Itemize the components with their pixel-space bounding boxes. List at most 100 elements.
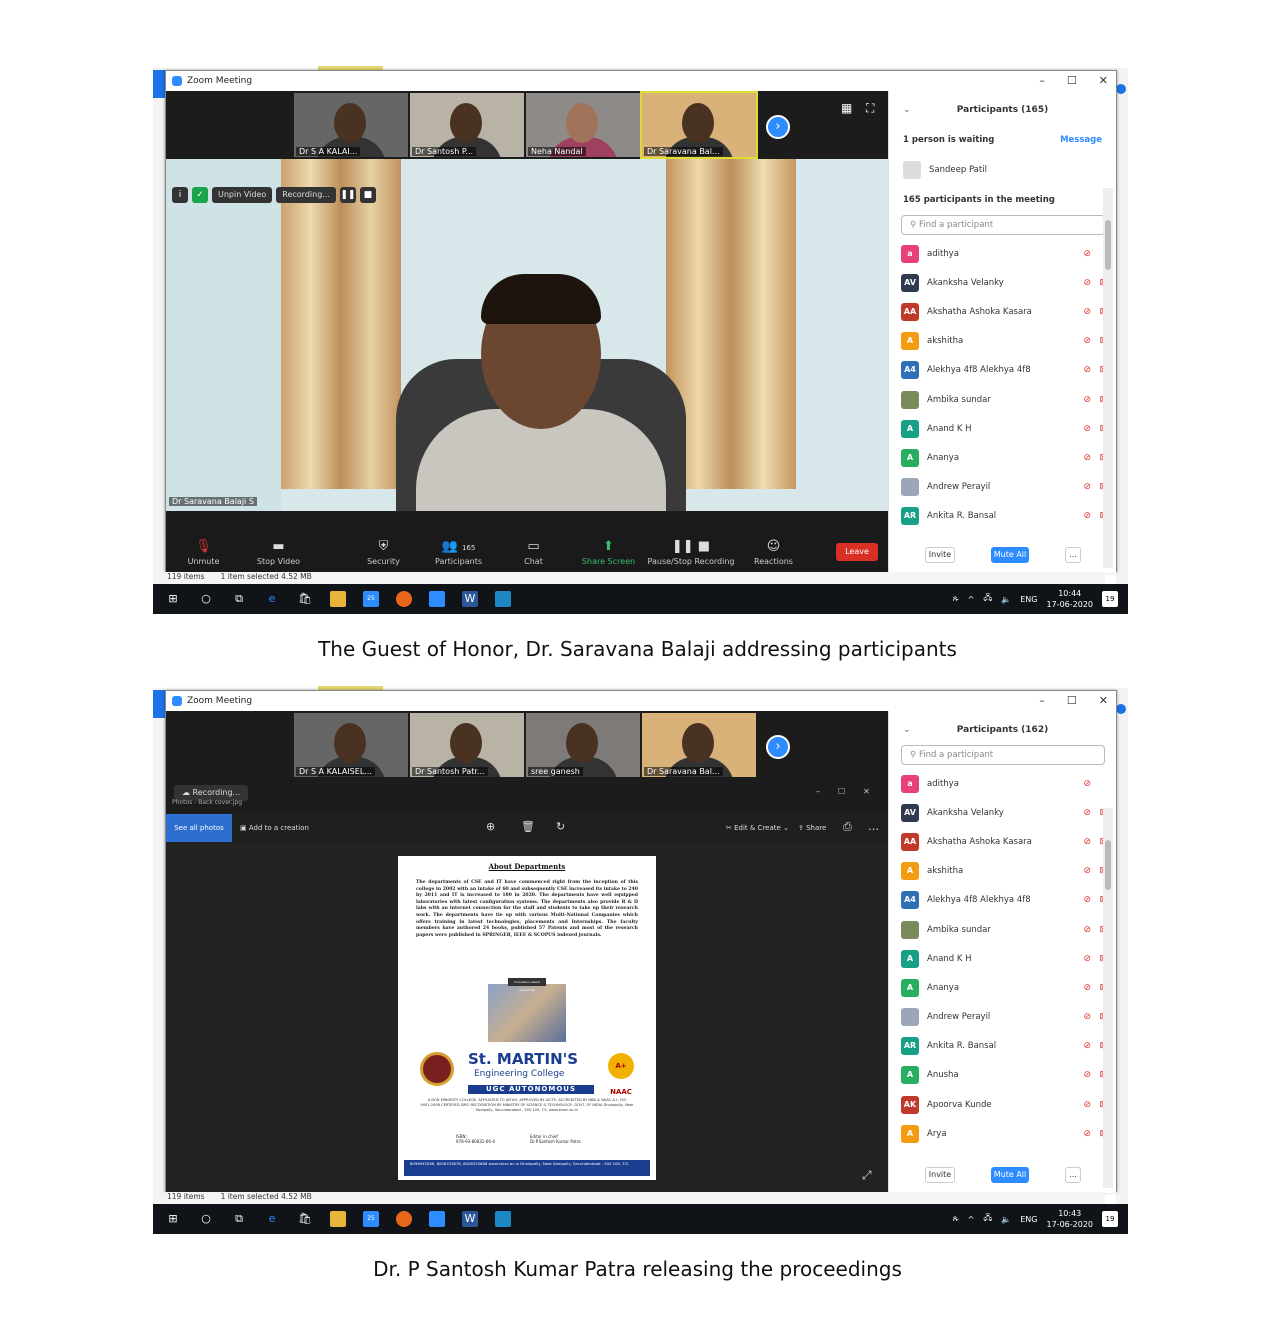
zoom-taskbar-icon[interactable]	[429, 591, 445, 607]
message-link[interactable]: Message	[1060, 135, 1102, 145]
search-input[interactable]: ⚲ Find a participant	[901, 745, 1105, 765]
invite-button[interactable]: Invite	[925, 1167, 955, 1183]
next-arrow-icon[interactable]: ›	[766, 115, 790, 139]
participant-row[interactable]: AAnanya⊘⊠	[901, 443, 1107, 472]
file-explorer-icon[interactable]	[330, 591, 346, 607]
edge-icon[interactable]: e	[264, 591, 280, 607]
video-thumbnail[interactable]: Dr S A KALAISEL...	[294, 713, 408, 777]
grid-view-icon[interactable]: ▦	[841, 101, 852, 115]
file-explorer-icon[interactable]	[330, 1211, 346, 1227]
close-button[interactable]: ✕	[1099, 74, 1108, 87]
stop-video-button[interactable]: ▬ Stop Video	[241, 539, 316, 566]
word-icon[interactable]: W	[462, 591, 478, 607]
participant-row[interactable]: AAAkshatha Ashoka Kasara⊘⊠	[901, 297, 1107, 326]
participant-row[interactable]: AAnand K H⊘⊠	[901, 414, 1107, 443]
fullscreen-icon[interactable]: ⛶	[866, 101, 874, 116]
chat-button[interactable]: ▭ Chat	[496, 539, 571, 566]
maximize-button[interactable]: ☐	[838, 787, 845, 796]
participant-row[interactable]: AAnusha⊘⊠	[901, 1061, 1107, 1090]
volume-icon[interactable]: 🔈	[1001, 595, 1011, 604]
video-thumbnail[interactable]: Dr S A KALAI...	[294, 93, 408, 157]
notification-icon[interactable]: 19	[1102, 1211, 1118, 1227]
participant-row[interactable]: Aakshitha⊘⊠	[901, 857, 1107, 886]
participant-row[interactable]: A4Alekhya 4f8 Alekhya 4f8⊘⊠	[901, 886, 1107, 915]
delete-icon[interactable]: 🗑	[521, 820, 535, 833]
notification-icon[interactable]: 19	[1102, 591, 1118, 607]
network-icon[interactable]: 🖧	[983, 1212, 992, 1226]
search-icon[interactable]: ○	[198, 591, 214, 607]
more-button[interactable]: ...	[1065, 1167, 1081, 1183]
scrollbar[interactable]	[1103, 188, 1113, 568]
participant-row[interactable]: Aakshitha⊘⊠	[901, 327, 1107, 356]
store-icon[interactable]: 🛍	[297, 591, 313, 607]
see-all-photos-button[interactable]: See all photos	[166, 814, 232, 842]
reactions-button[interactable]: ☺ Reactions	[736, 539, 811, 566]
network-icon[interactable]: 🖧	[983, 592, 992, 606]
video-thumbnail[interactable]: sree ganesh	[526, 713, 640, 777]
task-view-icon[interactable]: ⧉	[231, 1211, 247, 1227]
participant-row[interactable]: AAnand K H⊘⊠	[901, 944, 1107, 973]
video-thumbnail[interactable]: Dr Santosh Patr...	[410, 713, 524, 777]
video-thumbnail[interactable]: Neha Nandal	[526, 93, 640, 157]
help-icon[interactable]	[1116, 704, 1126, 714]
teams-icon[interactable]: 25	[363, 591, 379, 607]
pause-icon[interactable]: ❚❚	[339, 187, 356, 203]
search-icon[interactable]: ○	[198, 1211, 214, 1227]
stop-icon[interactable]: ■	[359, 187, 376, 203]
participant-row[interactable]: a adithya ⊘	[901, 239, 1107, 268]
leave-button[interactable]: Leave	[836, 543, 878, 561]
more-button[interactable]: ...	[1065, 547, 1081, 563]
unpin-video-button[interactable]: Unpin Video	[212, 187, 273, 203]
zoom-icon[interactable]: ⊕	[486, 820, 495, 833]
minimize-button[interactable]: –	[816, 787, 820, 796]
participant-row[interactable]: Andrew Perayil⊘⊠	[901, 473, 1107, 502]
word-icon[interactable]: W	[462, 1211, 478, 1227]
minimize-button[interactable]: –	[1039, 74, 1045, 87]
people-icon[interactable]: ጹ	[953, 594, 959, 604]
search-input[interactable]: ⚲ Find a participant	[901, 215, 1105, 235]
rotate-icon[interactable]: ↻	[556, 820, 565, 833]
mute-all-button[interactable]: Mute All	[991, 547, 1029, 563]
clock[interactable]: 10:43 17-06-2020	[1047, 1208, 1094, 1230]
volume-icon[interactable]: 🔈	[1001, 1215, 1011, 1224]
task-view-icon[interactable]: ⧉	[231, 591, 247, 607]
language-indicator[interactable]: ENG	[1020, 595, 1037, 604]
info-icon[interactable]: i	[172, 187, 188, 203]
participant-row[interactable]: AAAkshatha Ashoka Kasara⊘⊠	[901, 827, 1107, 856]
tray-expand-icon[interactable]: ^	[968, 1215, 975, 1224]
shield-icon[interactable]: ✓	[192, 187, 208, 203]
mute-all-button[interactable]: Mute All	[991, 1167, 1029, 1183]
language-indicator[interactable]: ENG	[1020, 1215, 1037, 1224]
people-icon[interactable]: ጹ	[953, 1214, 959, 1224]
participant-row[interactable]: a adithya ⊘	[901, 769, 1107, 798]
add-to-creation-button[interactable]: ▣ Add to a creation	[240, 814, 309, 842]
security-button[interactable]: ⛨ Security	[346, 539, 421, 566]
scrollbar[interactable]	[1103, 808, 1113, 1188]
invite-button[interactable]: Invite	[925, 547, 955, 563]
unmute-button[interactable]: 🎙 Unmute	[166, 539, 241, 566]
clock[interactable]: 10:44 17-06-2020	[1047, 588, 1094, 610]
share-button[interactable]: ⇪ Share	[798, 814, 826, 842]
print-icon[interactable]: ⎙	[843, 820, 852, 834]
teams-icon[interactable]: 25	[363, 1211, 379, 1227]
minimize-button[interactable]: –	[1039, 694, 1045, 707]
share-screen-button[interactable]: ⬆ Share Screen	[571, 539, 646, 566]
video-thumbnail-active[interactable]: Dr Saravana Bal...	[640, 91, 758, 159]
participant-row[interactable]: AVAkanksha Velanky⊘⊠	[901, 268, 1107, 297]
edge-icon[interactable]: e	[264, 1211, 280, 1227]
video-thumbnail[interactable]: Dr Santosh P...	[410, 93, 524, 157]
next-arrow-icon[interactable]: ›	[766, 735, 790, 759]
help-icon[interactable]	[1116, 84, 1126, 94]
pause-stop-recording-button[interactable]: ❚❚ ■ Pause/Stop Recording	[646, 539, 736, 566]
expand-icon[interactable]: ⤢	[862, 1168, 872, 1183]
zoom-taskbar-icon[interactable]	[429, 1211, 445, 1227]
firefox-icon[interactable]	[396, 591, 412, 607]
more-icon[interactable]: …	[868, 820, 879, 833]
store-icon[interactable]: 🛍	[297, 1211, 313, 1227]
participant-row[interactable]: AAnanya⊘⊠	[901, 973, 1107, 1002]
participant-row[interactable]: Ambika sundar⊘⊠	[901, 915, 1107, 944]
participant-row[interactable]: ARAnkita R. Bansal⊘⊠	[901, 1032, 1107, 1061]
maximize-button[interactable]: ☐	[1067, 694, 1077, 707]
waiting-person[interactable]: Sandeep Patil	[903, 161, 987, 179]
participant-row[interactable]: AKApoorva Kunde⊘⊠	[901, 1090, 1107, 1119]
